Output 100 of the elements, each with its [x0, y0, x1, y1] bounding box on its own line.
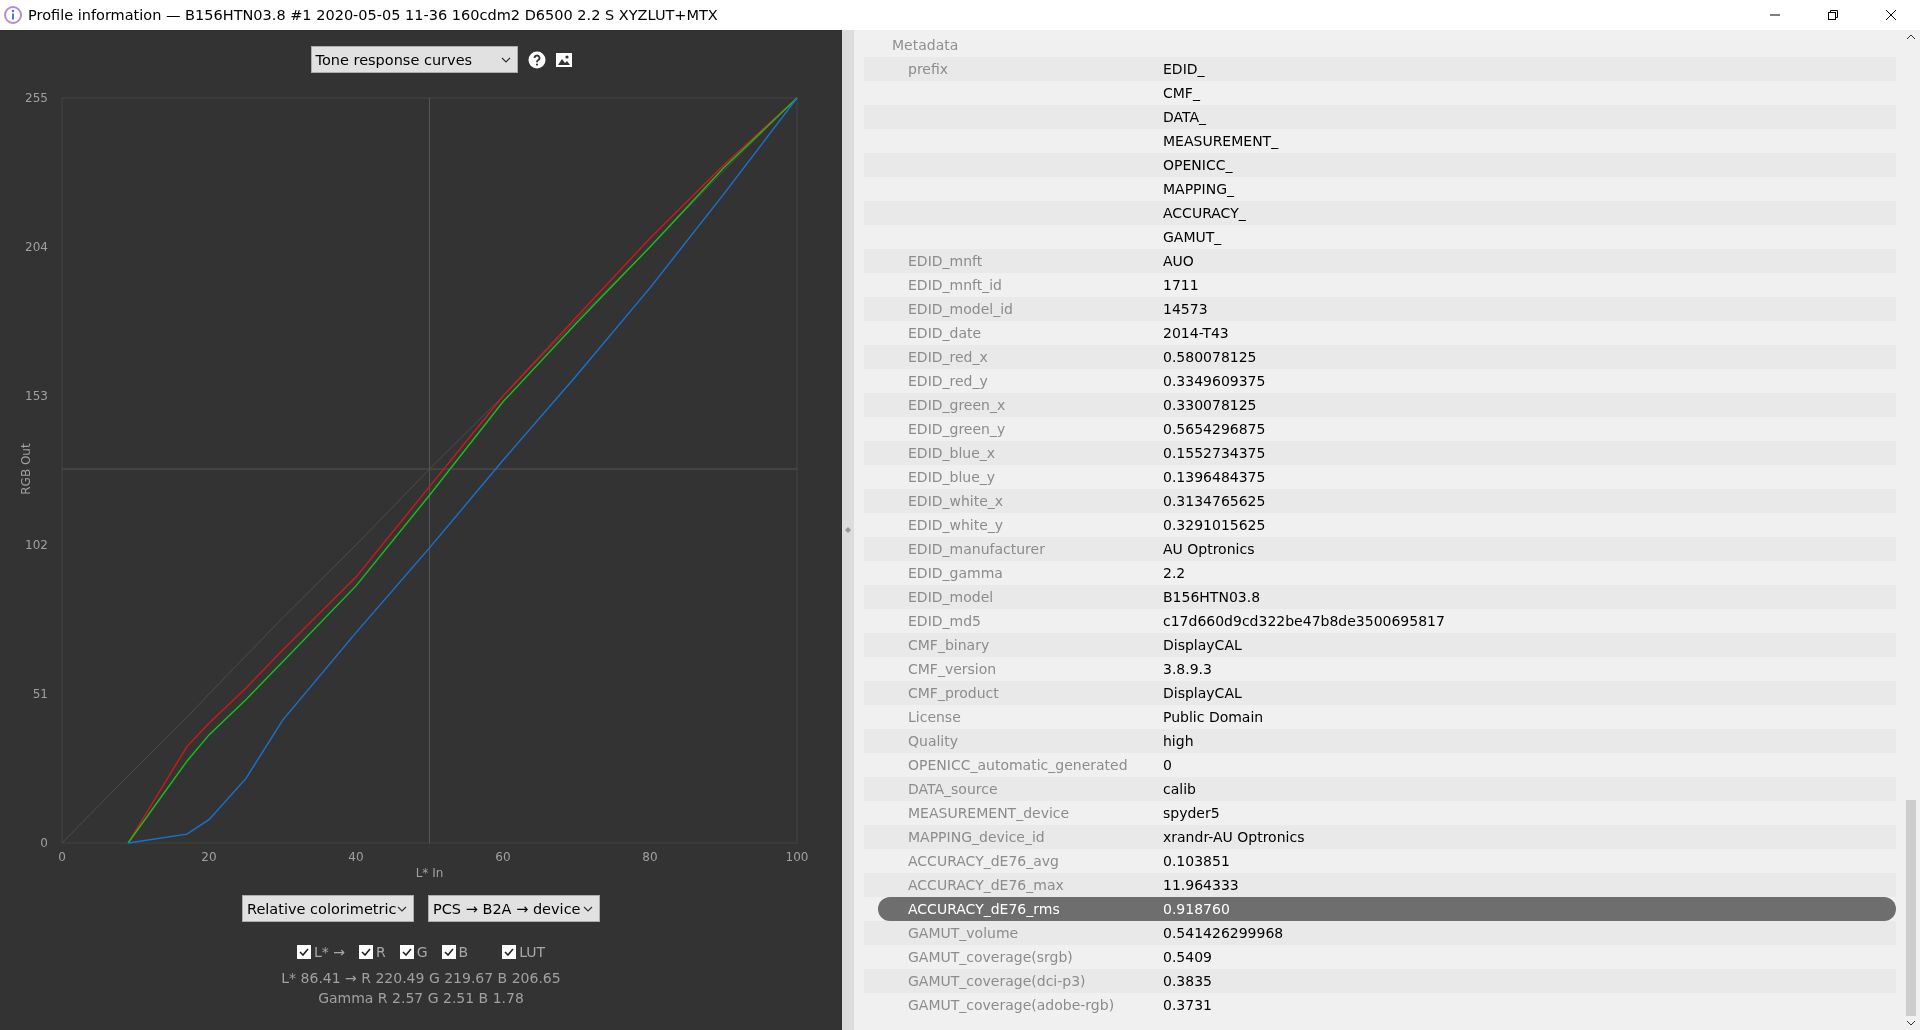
- metadata-value: c17d660d9cd322be47b8de3500695817: [1163, 613, 1445, 629]
- metadata-value: 0.330078125: [1163, 397, 1257, 413]
- y-tick-label: 153: [25, 389, 48, 403]
- metadata-row[interactable]: prefix EDID_: [864, 57, 1896, 81]
- metadata-key: EDID_date: [908, 325, 1163, 341]
- chevron-down-icon: [500, 56, 511, 63]
- metadata-key: EDID_model_id: [908, 301, 1163, 317]
- y-tick-label: 51: [32, 687, 48, 701]
- metadata-value: 0.103851: [1163, 853, 1230, 869]
- y-tick-label: 255: [25, 91, 48, 105]
- metadata-row[interactable]: ACCURACY_dE76_max 11.964333: [864, 873, 1896, 897]
- checkbox[interactable]: [441, 945, 456, 959]
- metadata-key: CMF_binary: [908, 637, 1163, 653]
- metadata-value: Public Domain: [1163, 709, 1264, 725]
- x-tick-label: 100: [785, 850, 809, 864]
- metadata-value: OPENICC_: [1163, 157, 1233, 173]
- metadata-value: 0.5409: [1163, 949, 1212, 965]
- metadata-value: ACCURACY_: [1163, 205, 1246, 221]
- help-icon[interactable]: [527, 50, 546, 69]
- metadata-row[interactable]: EDID_green_x 0.330078125: [864, 393, 1896, 417]
- checkbox-label: G: [416, 944, 428, 960]
- metadata-value: 0.3291015625: [1163, 517, 1266, 533]
- metadata-value: spyder5: [1163, 805, 1220, 821]
- metadata-row[interactable]: EDID_manufacturer AU Optronics: [864, 537, 1896, 561]
- intent-dropdown[interactable]: Relative colorimetric: [242, 895, 414, 922]
- metadata-value: 2014-T43: [1163, 325, 1229, 341]
- metadata-value: DisplayCAL: [1163, 685, 1242, 701]
- metadata-row[interactable]: EDID_mnft AUO: [864, 249, 1896, 273]
- metadata-value: DisplayCAL: [1163, 637, 1242, 653]
- metadata-value: xrandr-AU Optronics: [1163, 829, 1305, 845]
- metadata-row[interactable]: DATA_: [864, 105, 1896, 129]
- image-icon[interactable]: [555, 52, 572, 67]
- metadata-row[interactable]: MAPPING_device_id xrandr-AU Optronics: [864, 825, 1896, 849]
- group-header: Metadata: [891, 36, 960, 55]
- checkbox-label: B: [458, 944, 469, 960]
- direction-dropdown[interactable]: PCS → B2A → device: [428, 895, 600, 922]
- metadata-value: calib: [1163, 781, 1196, 797]
- metadata-value: high: [1163, 733, 1194, 749]
- metadata-row[interactable]: GAMUT_volume 0.541426299968: [864, 921, 1896, 945]
- metadata-key: GAMUT_volume: [908, 925, 1163, 941]
- metadata-value: MEASUREMENT_: [1163, 133, 1279, 149]
- metadata-value: 2.2: [1163, 565, 1186, 581]
- metadata-key: EDID_gamma: [908, 565, 1163, 581]
- metadata-key: MAPPING_device_id: [908, 829, 1163, 845]
- metadata-key: EDID_white_y: [908, 517, 1163, 533]
- metadata-value: DATA_: [1163, 109, 1207, 125]
- checkbox[interactable]: [358, 945, 373, 959]
- metadata-row[interactable]: ACCURACY_dE76_rms 0.918760: [878, 897, 1896, 921]
- splitter-handle[interactable]: [842, 30, 854, 1030]
- checkbox[interactable]: [502, 945, 517, 959]
- metadata-row[interactable]: CMF_binary DisplayCAL: [864, 633, 1896, 657]
- y-tick-label: 204: [25, 240, 48, 254]
- metadata-row[interactable]: EDID_red_x 0.580078125: [864, 345, 1896, 369]
- chevron-down-icon: [583, 905, 593, 912]
- metadata-row[interactable]: GAMUT_coverage(dci-p3) 0.3835: [864, 969, 1896, 993]
- metadata-key: ACCURACY_dE76_rms: [908, 901, 1163, 917]
- metadata-value: 0.5654296875: [1163, 421, 1266, 437]
- readout-text: L* 86.41 → R 220.49 G 219.67 B 206.65: [281, 969, 561, 988]
- checkbox-label: R: [375, 944, 386, 960]
- chevron-down-icon: [397, 905, 407, 912]
- metadata-row[interactable]: ACCURACY_: [864, 201, 1896, 225]
- metadata-row[interactable]: EDID_blue_x 0.1552734375: [864, 441, 1896, 465]
- metadata-row[interactable]: EDID_white_x 0.3134765625: [864, 489, 1896, 513]
- metadata-key: DATA_source: [908, 781, 1163, 797]
- metadata-key: ACCURACY_dE76_max: [908, 877, 1163, 893]
- metadata-key: GAMUT_coverage(dci-p3): [908, 973, 1163, 989]
- metadata-key: EDID_white_x: [908, 493, 1163, 509]
- metadata-row[interactable]: EDID_model B156HTN03.8: [864, 585, 1896, 609]
- metadata-value: 0.3731: [1163, 997, 1212, 1013]
- metadata-key: EDID_red_x: [908, 349, 1163, 365]
- restore-icon: [1827, 9, 1839, 21]
- metadata-row[interactable]: OPENICC_: [864, 153, 1896, 177]
- metadata-key: EDID_mnft: [908, 253, 1163, 269]
- metadata-row[interactable]: CMF_product DisplayCAL: [864, 681, 1896, 705]
- info-icon: [4, 6, 22, 24]
- metadata-key: GAMUT_coverage(srgb): [908, 949, 1163, 965]
- scrollbar-thumb[interactable]: [1906, 800, 1916, 1016]
- metadata-key: EDID_blue_x: [908, 445, 1163, 461]
- metadata-value: 0.1396484375: [1163, 469, 1266, 485]
- y-axis-label: RGB Out: [19, 443, 33, 495]
- metadata-key: GAMUT_coverage(adobe-rgb): [908, 997, 1163, 1013]
- metadata-row[interactable]: EDID_model_id 14573: [864, 297, 1896, 321]
- metadata-value: 11.964333: [1163, 877, 1239, 893]
- x-tick-label: 0: [58, 850, 66, 864]
- checkbox[interactable]: [296, 945, 311, 959]
- metadata-key: CMF_product: [908, 685, 1163, 701]
- metadata-value: AU Optronics: [1163, 541, 1255, 557]
- metadata-value: 0: [1163, 757, 1172, 773]
- view-dropdown[interactable]: Tone response curves: [310, 46, 518, 73]
- checkbox-label: LUT: [519, 944, 546, 960]
- metadata-value: 0.1552734375: [1163, 445, 1266, 461]
- metadata-value: 3.8.9.3: [1163, 661, 1212, 677]
- y-tick-label: 0: [40, 836, 48, 850]
- metadata-key: EDID_green_y: [908, 421, 1163, 437]
- metadata-key: CMF_version: [908, 661, 1163, 677]
- metadata-value: 14573: [1163, 301, 1208, 317]
- metadata-key: MEASUREMENT_device: [908, 805, 1163, 821]
- checkbox[interactable]: [399, 945, 414, 959]
- metadata-row[interactable]: Quality high: [864, 729, 1896, 753]
- metadata-row[interactable]: DATA_source calib: [864, 777, 1896, 801]
